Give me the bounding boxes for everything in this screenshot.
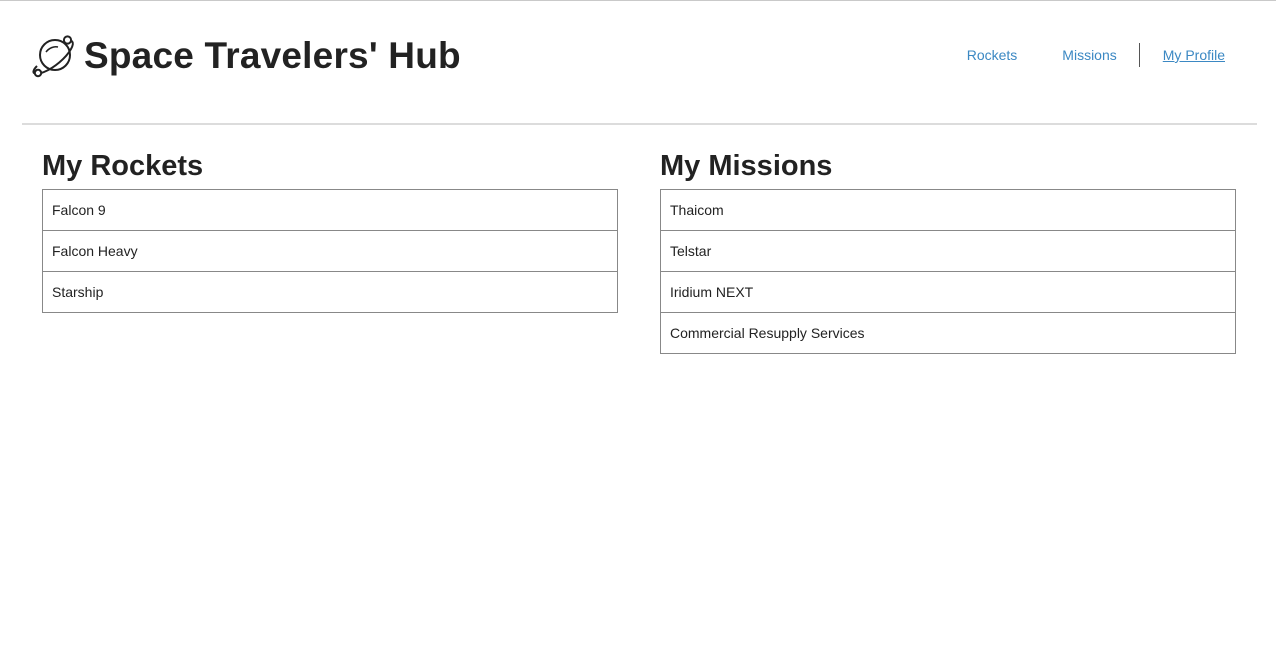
my-rockets-heading: My Rockets [42,150,204,182]
mission-list-item: Thaicom [670,202,724,218]
main-nav: Rockets Missions My Profile [967,43,1225,67]
nav-link-my-profile[interactable]: My Profile [1163,43,1225,67]
mission-list-item: Iridium NEXT [661,271,1235,312]
nav-link-missions[interactable]: Missions [1062,43,1116,67]
rocket-list-item: Falcon 9 [52,202,106,218]
missions-list: Thaicom Telstar Iridium NEXT Commercial … [660,189,1236,354]
my-missions-heading: My Missions [660,150,833,182]
planet-icon [32,35,74,78]
nav-divider [1138,43,1140,67]
rocket-list-item: Starship [43,271,617,312]
rockets-list: Falcon 9 Falcon Heavy Starship [42,189,618,313]
brand[interactable]: Space Travelers' Hub [30,31,461,81]
site-title: Space Travelers' Hub [84,35,461,76]
site-header: Space Travelers' Hub Rockets Missions My… [22,1,1257,125]
my-missions-section: My Missions Thaicom Telstar Iridium NEXT… [660,150,1236,354]
mission-list-item: Telstar [661,230,1235,271]
nav-link-rockets[interactable]: Rockets [967,43,1018,67]
mission-list-item: Commercial Resupply Services [661,312,1235,353]
my-rockets-section: My Rockets Falcon 9 Falcon Heavy Starshi… [42,150,618,313]
rocket-list-item: Falcon Heavy [43,230,617,271]
